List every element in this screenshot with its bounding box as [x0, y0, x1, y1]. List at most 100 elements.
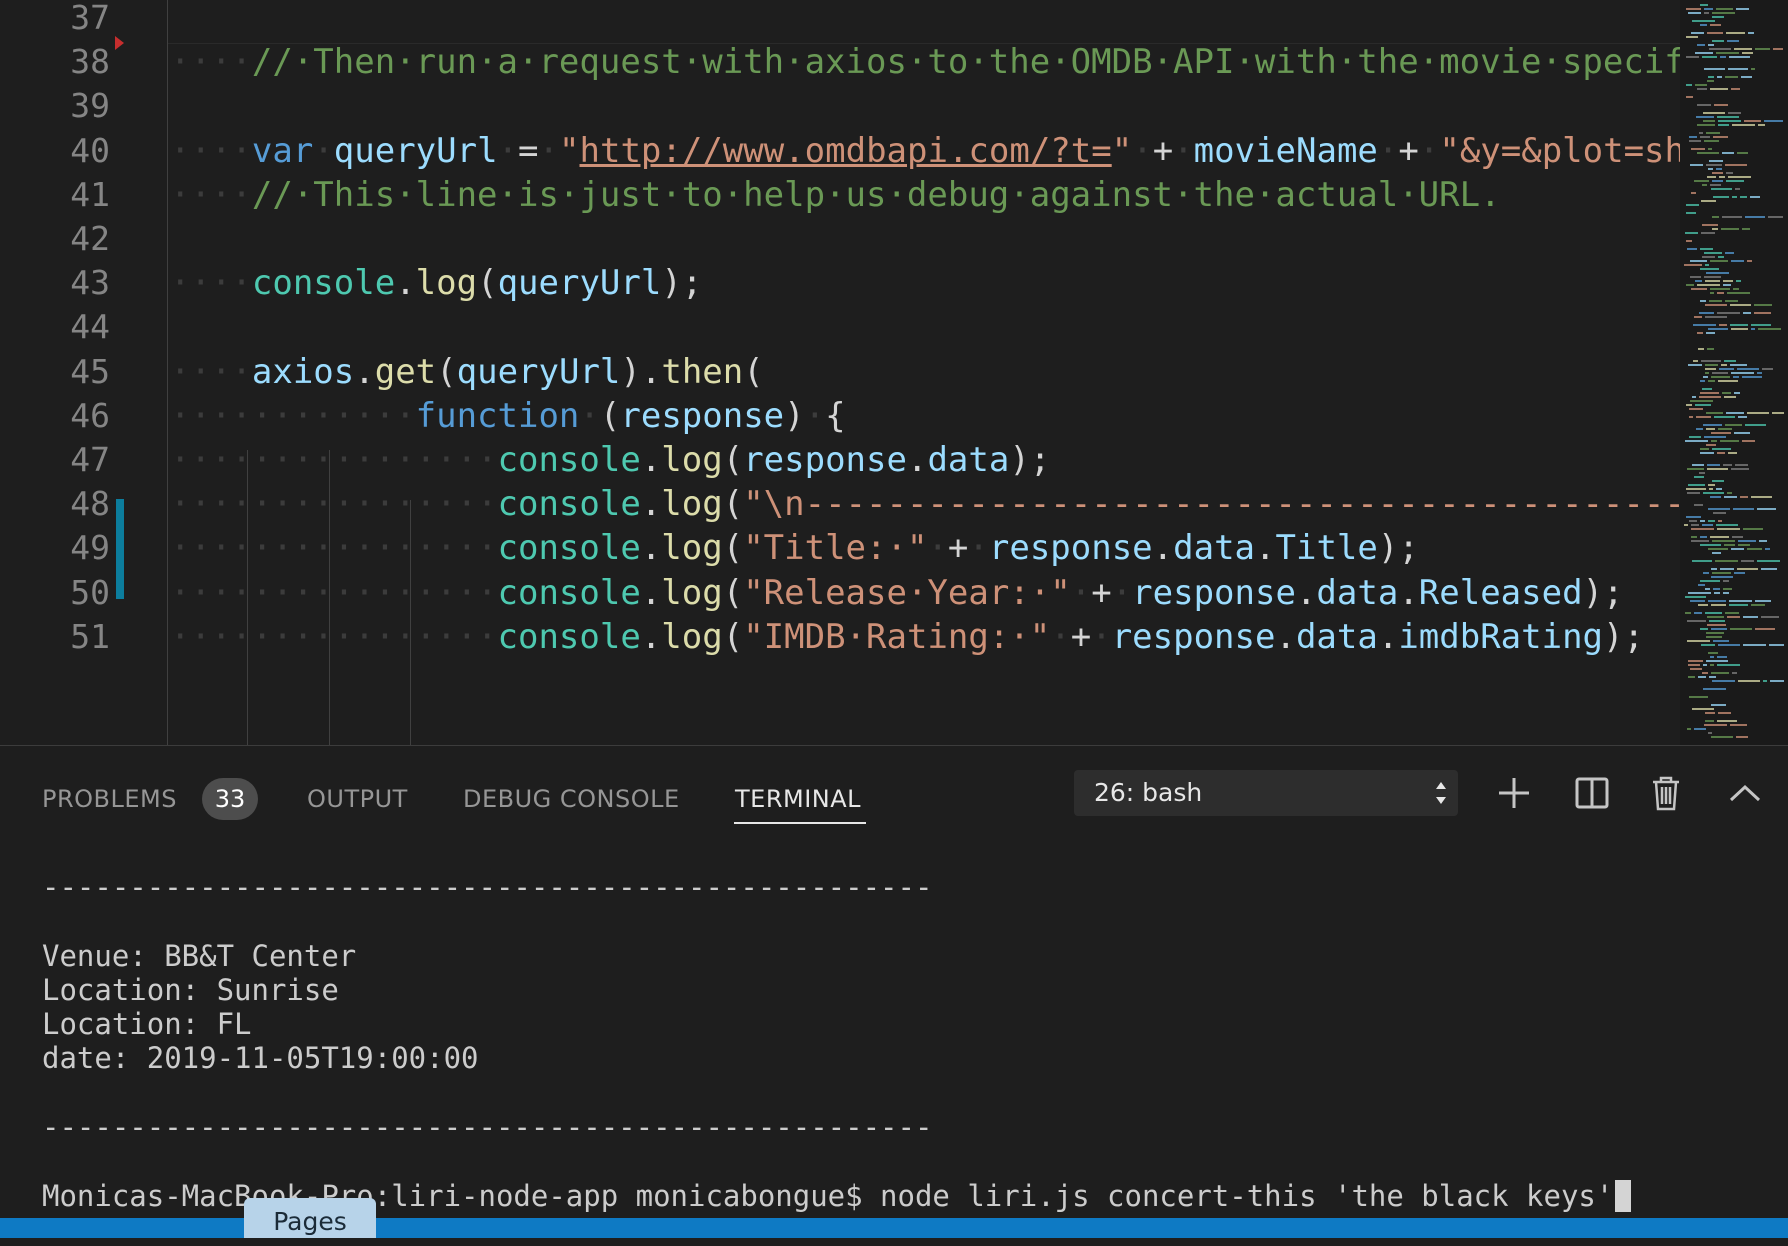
minimap-stroke: [1728, 176, 1751, 178]
minimap-stroke: [1700, 380, 1705, 382]
minimap-stroke: [1705, 720, 1714, 722]
minimap-stroke: [1741, 76, 1752, 78]
minimap-stroke: [1707, 348, 1714, 350]
code-punctuation: .: [640, 484, 662, 525]
tab-problems[interactable]: PROBLEMS: [42, 778, 177, 820]
whitespace-marker: ·: [497, 130, 519, 171]
minimap-stroke: [1725, 76, 1738, 78]
code-line[interactable]: 46 ············function·(response)·{: [0, 391, 1680, 441]
minimap-stroke: [1708, 520, 1715, 522]
minimap-stroke: [1740, 496, 1748, 498]
code-line[interactable]: 39: [0, 81, 1680, 131]
code-line[interactable]: 38 ····//·Then·run·a·request·with·axios·t…: [0, 37, 1705, 87]
minimap-stroke: [1748, 32, 1754, 34]
code-type: console: [497, 572, 641, 613]
minimap-stroke: [1758, 328, 1781, 330]
code-punctuation: (: [722, 528, 744, 569]
whitespace-marker: ····: [170, 263, 252, 304]
code-line[interactable]: 45 ····axios.get(queryUrl).then(: [0, 347, 1680, 397]
minimap-stroke: [1742, 440, 1755, 442]
minimap-stroke: [1768, 216, 1783, 218]
minimap-stroke: [1724, 544, 1735, 546]
minimap-stroke: [1700, 268, 1719, 270]
code-punctuation: (: [722, 616, 744, 657]
minimap-stroke: [1728, 68, 1748, 70]
code-identifier: movieName: [1193, 130, 1378, 171]
code-identifier: response: [988, 528, 1153, 569]
line-code: ····//·This·line·is·just·to·help·us·debu…: [170, 170, 1501, 220]
minimap-stroke: [1686, 84, 1692, 86]
code-line[interactable]: 42: [0, 214, 1680, 264]
code-string: ": [1111, 130, 1133, 171]
minimap-stroke: [1702, 184, 1707, 186]
line-code: ················console.log(response.dat…: [170, 435, 1050, 485]
pages-tooltip[interactable]: Pages: [244, 1198, 376, 1238]
whitespace-marker: ·: [1418, 130, 1440, 171]
minimap-stroke: [1770, 680, 1784, 682]
code-line[interactable]: 48 ················console.log("\n-------…: [0, 479, 1787, 529]
minimap-stroke: [1718, 256, 1724, 258]
code-punctuation: (: [722, 440, 744, 480]
minimap-stroke: [1695, 404, 1711, 406]
minimap-stroke: [1725, 424, 1742, 426]
trash-icon[interactable]: [1644, 770, 1688, 816]
minimap-stroke: [1720, 56, 1726, 58]
code-line[interactable]: 41 ····//·This·line·is·just·to·help·us·de…: [0, 170, 1680, 220]
code-function: log: [661, 440, 723, 480]
minimap-stroke: [1708, 548, 1728, 550]
minimap-stroke: [1727, 40, 1739, 42]
split-icon[interactable]: [1570, 770, 1614, 816]
minimap-stroke: [1709, 300, 1722, 302]
code-identifier: queryUrl: [497, 263, 662, 304]
code-line[interactable]: 49 ················console.log("Title:·"·…: [0, 523, 1680, 573]
minimap-stroke: [1700, 392, 1719, 394]
code-punctuation: .: [1275, 616, 1296, 657]
minimap-stroke: [1718, 712, 1731, 714]
terminal-venue: Venue: BB&T Center: [42, 939, 357, 973]
minimap-stroke: [1701, 232, 1715, 234]
minimap-stroke: [1707, 176, 1716, 178]
minimap-stroke: [1717, 76, 1722, 78]
minimap-stroke: [1725, 612, 1739, 614]
code-line[interactable]: 47 ················console.log(response.d…: [0, 435, 1680, 485]
plus-icon[interactable]: [1492, 770, 1536, 816]
whitespace-marker: ·: [927, 528, 948, 569]
minimap-stroke: [1743, 528, 1763, 530]
chevron-up-icon[interactable]: [1723, 770, 1767, 816]
minimap-stroke: [1724, 360, 1736, 362]
terminal-select[interactable]: 26: bash: [1074, 770, 1458, 816]
code-type: console: [497, 484, 641, 525]
minimap-stroke: [1700, 580, 1720, 582]
code-line[interactable]: 40 ····var·queryUrl·=·"http://www.omdbapi…: [0, 126, 1705, 176]
minimap-stroke: [1718, 428, 1732, 430]
line-number: 42: [70, 219, 110, 258]
minimap-stroke: [1725, 164, 1747, 166]
whitespace-marker: ·: [1377, 130, 1399, 171]
minimap-stroke: [1706, 412, 1723, 414]
code-editor[interactable]: 37 38 ····//·Then·run·a·request·with·axios…: [0, 0, 1788, 745]
minimap-stroke: [1726, 32, 1745, 34]
code-line[interactable]: 51 ················console.log("IMDB·Rati…: [0, 612, 1680, 662]
code-punctuation: .: [1152, 528, 1174, 569]
minimap-stroke: [1726, 172, 1733, 174]
code-line[interactable]: 44: [0, 302, 1680, 352]
minimap-stroke: [1716, 524, 1738, 526]
minimap-stroke: [1708, 168, 1713, 170]
code-line[interactable]: 50 ················console.log("Release·Y…: [0, 568, 1680, 618]
minimap-stroke: [1773, 48, 1783, 50]
minimap-stroke: [1699, 472, 1705, 474]
minimap-stroke: [1718, 644, 1740, 646]
code-line[interactable]: 43 ····console.log(queryUrl);: [0, 258, 1680, 308]
tab-debug-console[interactable]: DEBUG CONSOLE: [463, 778, 680, 820]
minimap[interactable]: [1680, 0, 1788, 745]
tab-terminal[interactable]: TERMINAL: [735, 778, 861, 820]
minimap-stroke: [1707, 80, 1714, 82]
minimap-stroke: [1688, 664, 1700, 666]
whitespace-marker: ················: [170, 484, 498, 525]
minimap-stroke: [1747, 412, 1769, 414]
minimap-stroke: [1747, 260, 1752, 262]
minimap-stroke: [1722, 152, 1734, 154]
minimap-stroke: [1688, 660, 1703, 662]
minimap-stroke: [1687, 248, 1697, 250]
tab-output[interactable]: OUTPUT: [307, 778, 408, 820]
